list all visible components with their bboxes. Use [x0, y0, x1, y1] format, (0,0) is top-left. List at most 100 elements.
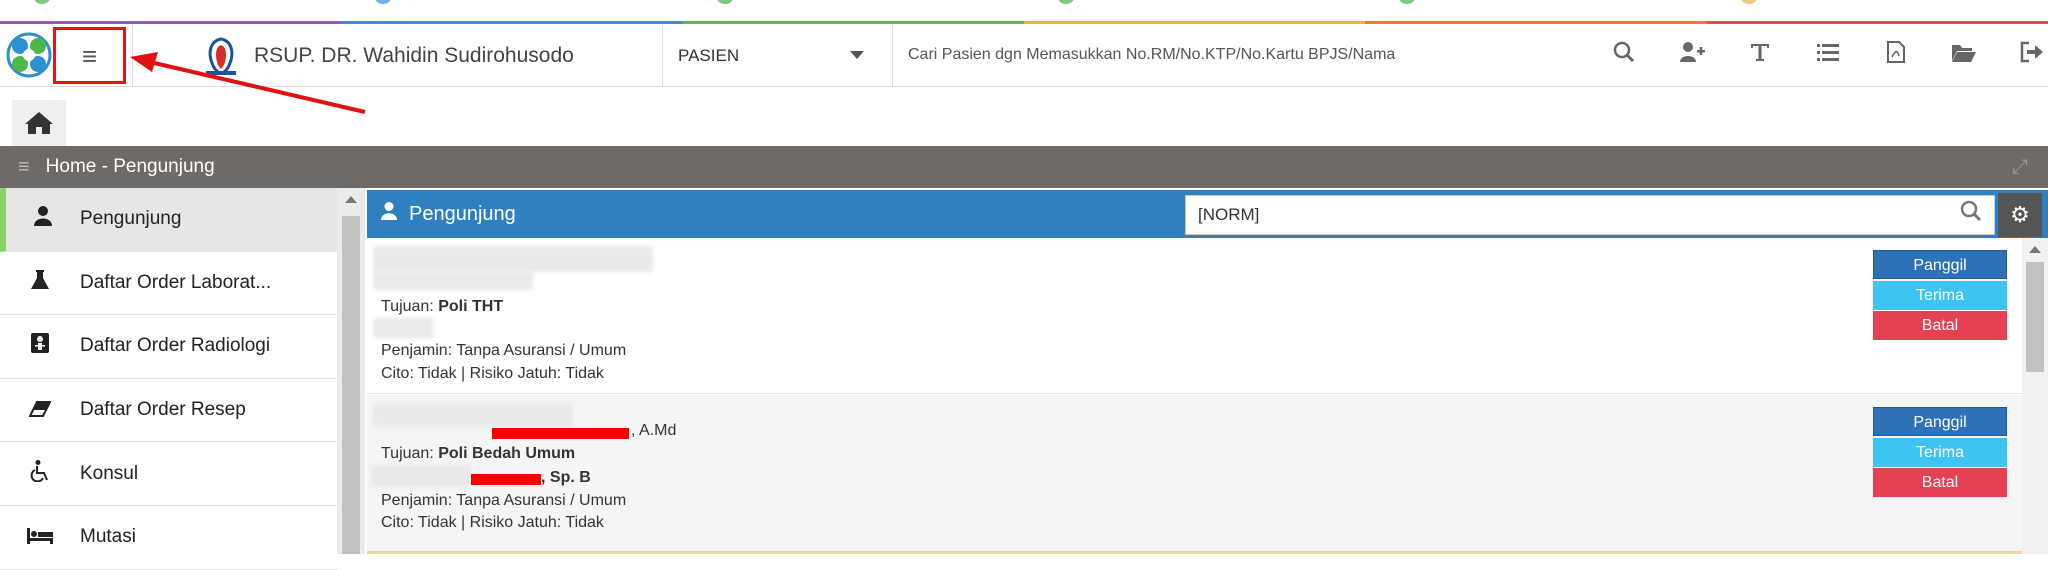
divider — [892, 24, 893, 87]
sidebar-item-order-laboratorium[interactable]: Daftar Order Laborat... — [0, 252, 337, 316]
home-button[interactable] — [12, 100, 66, 146]
scroll-thumb[interactable] — [2026, 262, 2044, 372]
eraser-icon — [0, 397, 80, 423]
name-suffix: , A.Md — [631, 422, 677, 439]
sidebar-item-label: Pengunjung — [80, 208, 182, 230]
tab-segment[interactable] — [341, 0, 683, 24]
tab-segment[interactable] — [1365, 0, 1707, 24]
cito-line: Cito: Tidak | Risiko Jatuh: Tidak — [381, 365, 604, 382]
batal-button[interactable]: Batal — [1873, 311, 2007, 340]
sidebar-item-label: Daftar Order Laborat... — [80, 271, 272, 293]
expand-icon[interactable]: ⤢ — [2012, 156, 2028, 179]
redaction-mark — [492, 428, 629, 439]
tujuan-label: Tujuan: — [381, 445, 439, 462]
sidebar-item-label: Mutasi — [80, 526, 136, 548]
tab-segment[interactable] — [0, 0, 342, 24]
search-type-value: PASIEN — [678, 45, 740, 65]
sidebar-item-order-resep[interactable]: Daftar Order Resep — [0, 379, 337, 443]
tab-segment[interactable] — [1023, 0, 1366, 24]
home-icon — [25, 112, 53, 134]
hospital-name: RSUP. DR. Wahidin Sudirohusodo — [254, 44, 574, 67]
user-icon — [6, 206, 80, 232]
tab-favicon-icon — [1740, 0, 1757, 4]
text-icon[interactable] — [1726, 41, 1794, 70]
browser-tab-strip — [0, 0, 2048, 24]
pdf-icon[interactable] — [1862, 41, 1930, 70]
blurred-doctor — [371, 465, 471, 487]
sidebar-item-label: Daftar Order Resep — [80, 399, 246, 421]
penjamin-line: Penjamin: Tanpa Asuransi / Umum — [381, 492, 627, 509]
tab-favicon-icon — [716, 0, 733, 4]
tab-favicon-icon — [1399, 0, 1416, 4]
doctor-suffix-text: , Sp. B — [541, 469, 591, 486]
scroll-up-icon[interactable] — [2029, 246, 2041, 253]
header-toolbar — [1590, 24, 2048, 87]
list-item[interactable]: Tujuan: Poli THT Penjamin: Tanpa Asurans… — [367, 238, 2022, 394]
user-icon — [381, 202, 397, 226]
list-icon[interactable] — [1794, 42, 1862, 70]
scroll-thumb[interactable] — [342, 216, 360, 554]
sidebar-toggle-icon[interactable]: ≡ — [18, 156, 30, 179]
tujuan-value: Poli Bedah Umum — [438, 445, 576, 462]
tujuan-label: Tujuan: — [381, 298, 439, 315]
sidebar-item-pengunjung[interactable]: Pengunjung — [0, 188, 337, 252]
redaction-mark — [471, 474, 541, 485]
sidebar-item-label: Daftar Order Radiologi — [80, 335, 271, 357]
hospital-branding: RSUP. DR. Wahidin Sudirohusodo — [200, 33, 574, 79]
gear-icon: ⚙ — [2010, 202, 2030, 227]
search-type-select[interactable]: PASIEN — [662, 24, 892, 87]
terima-button[interactable]: Terima — [1873, 281, 2007, 310]
panel-title: Pengunjung — [409, 202, 516, 225]
sidebar-menu: Pengunjung Daftar Order Laborat... Dafta… — [0, 188, 337, 570]
settings-button[interactable]: ⚙ — [1998, 193, 2042, 237]
blurred-name — [373, 403, 573, 427]
wheelchair-icon — [0, 459, 80, 488]
blurred-doctor — [373, 318, 433, 338]
norm-search-input[interactable] — [1185, 195, 1995, 235]
batal-button[interactable]: Batal — [1873, 468, 2007, 497]
tab-favicon-icon — [1057, 0, 1074, 4]
tujuan-line: Tujuan: Poli THT — [381, 298, 503, 316]
app-logo-icon — [6, 32, 52, 78]
page-titlebar: ≡ Home - Pengunjung ⤢ — [0, 146, 2048, 188]
blurred-detail — [373, 272, 533, 290]
sidebar-scrollbar[interactable] — [337, 188, 365, 554]
logout-icon[interactable] — [1998, 41, 2048, 70]
sidebar-item-mutasi[interactable]: Mutasi — [0, 506, 337, 570]
page-title: Home - Pengunjung — [45, 156, 215, 177]
tujuan-line: Tujuan: Poli Bedah Umum — [381, 445, 575, 463]
panggil-button[interactable]: Panggil — [1873, 407, 2007, 436]
panggil-button[interactable]: Panggil — [1873, 250, 2007, 279]
sidebar-item-order-radiologi[interactable]: Daftar Order Radiologi — [0, 315, 337, 379]
doctor-suffix: , Sp. B — [541, 469, 591, 487]
folder-open-icon[interactable] — [1930, 42, 1998, 70]
menu-toggle-button[interactable]: ≡ — [53, 27, 126, 84]
add-user-icon[interactable] — [1658, 41, 1726, 70]
tujuan-value: Poli THT — [438, 298, 504, 315]
list-item[interactable]: , A.Md Tujuan: Poli Bedah Umum , Sp. B P… — [367, 395, 2022, 554]
tab-segment[interactable] — [1706, 0, 2048, 24]
visitor-list: Tujuan: Poli THT Penjamin: Tanpa Asurans… — [367, 238, 2022, 554]
search-icon[interactable] — [1590, 41, 1658, 70]
sidebar-item-label: Konsul — [80, 462, 139, 484]
patient-search-input[interactable] — [900, 38, 1580, 72]
app-header: ≡ RSUP. DR. Wahidin Sudirohusodo PASIEN — [0, 24, 2048, 87]
hospital-logo-icon — [206, 37, 236, 75]
penjamin-line: Penjamin: Tanpa Asuransi / Umum — [381, 342, 627, 359]
flask-icon — [0, 269, 80, 296]
caret-down-icon — [850, 51, 864, 59]
xray-icon — [0, 333, 80, 359]
scroll-up-icon[interactable] — [345, 196, 357, 203]
divider — [132, 24, 133, 87]
bed-icon — [0, 524, 80, 550]
tab-favicon-icon — [34, 0, 50, 4]
sidebar-item-konsul[interactable]: Konsul — [0, 442, 337, 506]
blurred-name — [373, 246, 653, 272]
tab-favicon-icon — [375, 0, 392, 4]
tab-segment[interactable] — [682, 0, 1024, 24]
hamburger-icon: ≡ — [81, 40, 98, 71]
cito-line: Cito: Tidak | Risiko Jatuh: Tidak — [381, 514, 604, 531]
terima-button[interactable]: Terima — [1873, 438, 2007, 467]
list-scrollbar[interactable] — [2022, 238, 2048, 554]
search-icon[interactable] — [1960, 200, 1982, 228]
